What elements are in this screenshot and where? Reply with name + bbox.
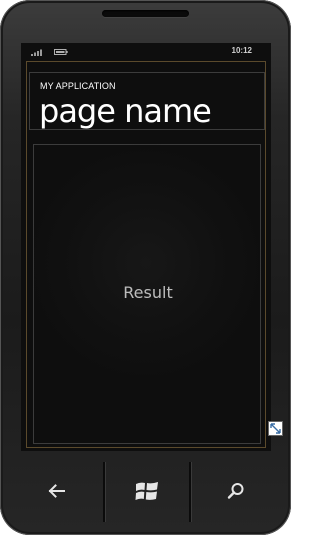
status-bar: 10:12 [21, 43, 271, 61]
back-arrow-icon [48, 484, 65, 498]
phone-screen: 10:12 MY APPLICATION page name Result [21, 43, 271, 451]
battery-icon [54, 49, 68, 55]
content-panel: Result [33, 144, 261, 444]
phone-emulator-frame: 10:12 MY APPLICATION page name Result [0, 0, 291, 535]
search-button[interactable] [191, 460, 281, 522]
expand-arrows-icon [270, 423, 281, 434]
status-clock: 10:12 [231, 46, 252, 55]
earpiece-speaker [102, 10, 189, 17]
search-icon [227, 483, 244, 499]
result-text: Result [123, 283, 173, 302]
hardware-button-bar [10, 460, 281, 522]
title-panel: MY APPLICATION page name [29, 72, 265, 130]
windows-start-icon [135, 482, 158, 500]
layout-root-grid: MY APPLICATION page name Result [26, 61, 266, 448]
resize-handle-icon[interactable] [268, 421, 283, 436]
start-button[interactable] [105, 460, 189, 522]
back-button[interactable] [10, 460, 103, 522]
page-title: page name [39, 92, 212, 130]
signal-strength-icon [31, 49, 42, 56]
